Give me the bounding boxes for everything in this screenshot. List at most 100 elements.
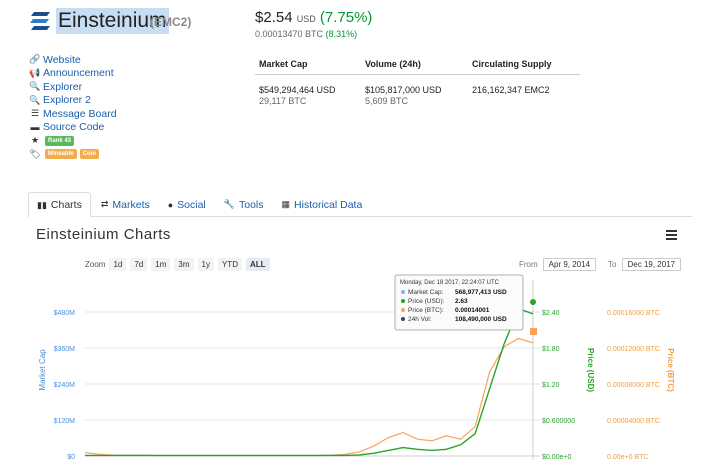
tab-social-label: Social (177, 198, 206, 211)
volume-cell: $105,817,000 USD 5,609 BTC (365, 85, 472, 106)
tab-historical-data[interactable]: ▦ Historical Data (274, 192, 371, 217)
tag-mineable[interactable]: Mineable (45, 149, 77, 160)
right-btc-tick-label: 0.00016000 BTC (607, 310, 660, 317)
stats-header: Market Cap Volume (24h) Circulating Supp… (255, 53, 580, 75)
price-chart[interactable]: $0 $120M $240M $360M $480M $0.00e+0 $0.600000… (0, 270, 720, 466)
search-icon: 🔍 (29, 94, 41, 105)
tab-tools[interactable]: 🔧 Tools (216, 192, 272, 217)
link-explorer-2[interactable]: 🔍 Explorer 2 (28, 94, 117, 108)
tooltip-row-label: Price (BTC): (408, 307, 444, 314)
price-change-btc: (8.31%) (325, 29, 358, 39)
tab-markets-label: Markets (112, 198, 150, 211)
calendar-icon: ▦ (281, 199, 291, 209)
coin-links: 🔗 Website 📢 Announcement 🔍 Explorer 🔍 Ex… (28, 53, 117, 161)
rank-row: ★ Rank 43 (28, 134, 117, 148)
link-source-code[interactable]: ▬ Source Code (28, 121, 117, 135)
link-website[interactable]: 🔗 Website (28, 53, 117, 67)
right-usd-tick-label: $2.40 (542, 310, 560, 317)
tab-markets[interactable]: ⇄ Markets (93, 192, 158, 217)
price-btc: 0.00013470 BTC (8.31%) (255, 29, 357, 39)
stats-header-supply: Circulating Supply (472, 58, 552, 69)
star-icon: ★ (30, 135, 40, 146)
circulating-supply: 216,162,347 EMC2 (472, 85, 550, 95)
left-tick-label: $360M (54, 346, 76, 353)
price-usd: $2.54 USD (7.75%) (255, 9, 372, 26)
tag-coin[interactable]: Coin (79, 149, 100, 160)
link-source-code-label[interactable]: Source Code (43, 121, 104, 133)
series-price-usd-line (85, 307, 534, 457)
chart-tooltip: Monday, Dec 18 2017, 22:24:07 UTC Market… (394, 274, 524, 331)
right-btc-tick-label: 0.00012000 BTC (607, 346, 660, 353)
tooltip-row-label: Market Cap: (408, 289, 444, 296)
price-usd-value: $2.54 (255, 9, 293, 26)
volume-btc: 5,609 BTC (365, 96, 409, 106)
price-currency: USD (296, 14, 316, 24)
tooltip-row-label: Price (USD): (408, 298, 445, 305)
zoom-label: Zoom (85, 260, 106, 269)
tab-tools-label: Tools (239, 198, 264, 211)
from-label: From (519, 260, 538, 269)
bullhorn-icon: 📢 (29, 67, 41, 78)
link-website-label[interactable]: Website (43, 54, 81, 66)
left-tick-label: $480M (54, 310, 76, 317)
price-change-usd: (7.75%) (319, 9, 373, 26)
coin-symbol: (EMC2) (150, 15, 192, 29)
tab-historical-data-label: Historical Data (294, 198, 363, 211)
chart-title: Einsteinium Charts (36, 226, 171, 243)
right-btc-tick-label: 0.00008000 BTC (607, 382, 660, 389)
list-icon: ☰ (30, 108, 40, 119)
volume-usd: $105,817,000 USD (365, 85, 442, 95)
stats-header-volume: Volume (24h) (365, 58, 421, 69)
right-btc-tick-label: 0.00e+0 BTC (607, 454, 648, 461)
left-tick-label: $240M (54, 382, 76, 389)
series-price-btc-line (84, 337, 534, 457)
chart-menu-icon[interactable] (666, 230, 677, 242)
right-usd-tick-label: $0.00e+0 (542, 454, 571, 461)
rank-badge: Rank 43 (45, 135, 75, 146)
link-explorer-2-label[interactable]: Explorer 2 (43, 94, 91, 106)
link-message-board[interactable]: ☰ Message Board (28, 107, 117, 121)
globe-icon: ● (167, 199, 174, 210)
supply-cell: 216,162,347 EMC2 (472, 85, 580, 106)
tab-social[interactable]: ● Social (160, 192, 214, 217)
link-icon: 🔗 (29, 54, 41, 65)
link-message-board-label[interactable]: Message Board (43, 108, 117, 120)
right-usd-tick-label: $0.600000 (542, 418, 575, 425)
link-announcement[interactable]: 📢 Announcement (28, 67, 117, 81)
wrench-icon: 🔧 (223, 199, 235, 209)
exchange-icon: ⇄ (100, 199, 109, 209)
tooltip-row-value: 568,977,413 USD (455, 289, 507, 296)
right-btc-tick-label: 0.00004000 BTC (607, 418, 660, 425)
market-cap-btc: 29,117 BTC (259, 96, 307, 106)
link-announcement-label[interactable]: Announcement (43, 67, 114, 79)
tooltip-date: Monday, Dec 18 2017, 22:24:07 UTC (400, 280, 500, 286)
marker-price-usd (530, 299, 536, 305)
tooltip-row-value: 2.63 (455, 298, 468, 305)
link-explorer[interactable]: 🔍 Explorer (28, 80, 117, 94)
tooltip-row-label: 24h Vol: (408, 316, 432, 323)
tags-row: 🏷 Mineable Coin (28, 148, 117, 162)
stats-table: Market Cap Volume (24h) Circulating Supp… (255, 53, 580, 106)
tooltip-dot (401, 299, 405, 303)
link-explorer-label[interactable]: Explorer (43, 81, 82, 93)
stats-row: $549,294,464 USD 29,117 BTC $105,817,000… (255, 75, 580, 106)
search-icon: 🔍 (29, 81, 41, 92)
tab-charts[interactable]: ▮▮ Charts (28, 192, 91, 218)
marker-price-btc (530, 328, 537, 335)
tooltip-dot (401, 290, 405, 294)
tab-bar: ▮▮ Charts ⇄ Markets ● Social 🔧 Tools ▦ H… (28, 192, 692, 218)
to-label: To (608, 260, 617, 269)
left-tick-label: $0 (67, 454, 75, 461)
market-cap-cell: $549,294,464 USD 29,117 BTC (255, 85, 365, 106)
bar-chart-icon: ▮▮ (37, 199, 47, 210)
left-axis-label: Market Cap (38, 349, 47, 391)
market-cap-usd: $549,294,464 USD (259, 85, 336, 95)
tooltip-dot (401, 308, 405, 312)
einsteinium-logo-icon (30, 12, 50, 30)
right-btc-axis-label: Price (BTC) (666, 348, 675, 392)
tab-charts-label: Charts (50, 199, 82, 211)
tooltip-row-value: 0.00014001 (455, 307, 490, 314)
right-usd-axis-label: Price (USD) (586, 348, 595, 392)
tag-icon: 🏷 (29, 148, 41, 159)
stats-header-market-cap: Market Cap (259, 58, 308, 69)
